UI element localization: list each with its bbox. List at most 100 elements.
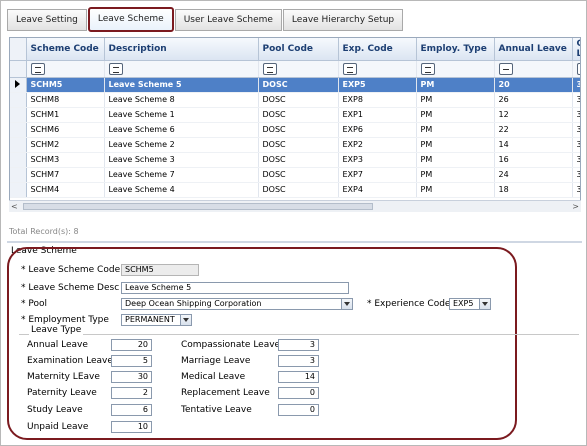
cell-code: SCHM7: [26, 167, 105, 183]
filter-icon[interactable]: [498, 62, 513, 75]
col-header-annual-leave[interactable]: Annual Leave: [494, 38, 573, 61]
leave-days-field[interactable]: 3: [278, 339, 319, 351]
leave-days-field[interactable]: 30: [111, 371, 152, 383]
leave-label: Annual Leave: [27, 340, 88, 350]
employment-type-select[interactable]: PERMANENT: [121, 314, 192, 326]
cell-pool: DOSC: [258, 137, 339, 153]
cell-code: SCHM2: [26, 137, 105, 153]
col-header-c[interactable]: C L: [572, 38, 580, 61]
cell-c: 3: [572, 92, 580, 108]
cell-c: 3: [572, 152, 580, 168]
cell-exp: EXP4: [338, 182, 417, 198]
col-header-employ-type[interactable]: Employ. Type: [416, 38, 495, 61]
cell-pool: DOSC: [258, 107, 339, 123]
cell-desc: Leave Scheme 2: [104, 137, 259, 153]
cell-exp: EXP6: [338, 122, 417, 138]
leave-days-field[interactable]: 0: [278, 404, 319, 416]
horizontal-scrollbar[interactable]: < >: [9, 200, 581, 212]
row-indicator: [10, 77, 27, 93]
scheme-desc-label: * Leave Scheme Desc: [21, 283, 120, 293]
tab-user-leave-scheme[interactable]: User Leave Scheme: [174, 9, 282, 31]
table-row[interactable]: SCHM3Leave Scheme 3DOSCEXP3PM163: [10, 152, 580, 168]
cell-c: 3: [572, 107, 580, 123]
filter-icon[interactable]: [262, 62, 277, 75]
leave-days-field[interactable]: 20: [111, 339, 152, 351]
pool-select[interactable]: Deep Ocean Shipping Corporation: [121, 298, 353, 310]
cell-code: SCHM3: [26, 152, 105, 168]
cell-type: PM: [416, 92, 495, 108]
cell-annual: 22: [494, 122, 573, 138]
cell-desc: Leave Scheme 1: [104, 107, 259, 123]
leave-days-field[interactable]: 10: [111, 421, 152, 433]
cell-exp: EXP7: [338, 167, 417, 183]
table-row[interactable]: SCHM2Leave Scheme 2DOSCEXP2PM143: [10, 137, 580, 153]
grid-corner: [10, 38, 27, 61]
leave-label: Replacement Leave: [181, 388, 270, 398]
pool-value: Deep Ocean Shipping Corporation: [125, 299, 262, 308]
leave-days-field[interactable]: 3: [278, 355, 319, 367]
leave-days-field[interactable]: 0: [278, 387, 319, 399]
row-indicator: [10, 182, 27, 198]
tab-leave-setting[interactable]: Leave Setting: [7, 9, 87, 31]
table-row[interactable]: SCHM6Leave Scheme 6DOSCEXP6PM223: [10, 122, 580, 138]
cell-type: PM: [416, 107, 495, 123]
tab-leave-scheme[interactable]: Leave Scheme: [87, 7, 174, 32]
cell-c: 3: [572, 77, 580, 93]
scheme-desc-field[interactable]: Leave Scheme 5: [121, 282, 349, 294]
leave-label: Tentative Leave: [181, 405, 252, 415]
cell-desc: Leave Scheme 6: [104, 122, 259, 138]
scroll-left-icon[interactable]: <: [11, 202, 18, 211]
chevron-down-icon[interactable]: [180, 315, 191, 325]
leave-days-field[interactable]: 5: [111, 355, 152, 367]
table-row[interactable]: SCHM1Leave Scheme 1DOSCEXP1PM123: [10, 107, 580, 123]
leave-label: Compassionate Leave: [181, 340, 281, 350]
scheme-grid: Scheme Code Description Pool Code Exp. C…: [9, 37, 581, 212]
cell-type: PM: [416, 77, 495, 93]
scheme-code-field[interactable]: SCHM5: [121, 264, 199, 276]
filter-icon[interactable]: [342, 62, 357, 75]
cell-annual: 26: [494, 92, 573, 108]
table-row[interactable]: SCHM5Leave Scheme 5DOSCEXP5PM203: [10, 77, 580, 93]
filter-icon[interactable]: [108, 62, 123, 75]
cell-exp: EXP5: [338, 77, 417, 93]
splitter[interactable]: [7, 241, 582, 243]
cell-code: SCHM1: [26, 107, 105, 123]
chevron-down-icon[interactable]: [341, 299, 352, 309]
filter-icon[interactable]: [420, 62, 435, 75]
table-row[interactable]: SCHM8Leave Scheme 8DOSCEXP8PM263: [10, 92, 580, 108]
leave-label: Marriage Leave: [181, 356, 251, 366]
tab-leave-hierarchy-setup[interactable]: Leave Hierarchy Setup: [282, 9, 404, 31]
cell-exp: EXP8: [338, 92, 417, 108]
filter-icon[interactable]: [30, 62, 45, 75]
scroll-right-icon[interactable]: >: [572, 202, 579, 211]
experience-code-label: * Experience Code: [367, 299, 451, 309]
table-row[interactable]: SCHM4Leave Scheme 4DOSCEXP4PM183: [10, 182, 580, 198]
leave-days-field[interactable]: 6: [111, 404, 152, 416]
cell-desc: Leave Scheme 7: [104, 167, 259, 183]
cell-code: SCHM8: [26, 92, 105, 108]
leave-type-title: Leave Type: [29, 325, 84, 335]
row-indicator: [10, 167, 27, 183]
cell-pool: DOSC: [258, 122, 339, 138]
chevron-down-icon[interactable]: [479, 299, 490, 309]
col-header-scheme-code[interactable]: Scheme Code: [26, 38, 105, 61]
cell-type: PM: [416, 152, 495, 168]
cell-pool: DOSC: [258, 92, 339, 108]
col-header-exp-code[interactable]: Exp. Code: [338, 38, 417, 61]
leave-days-field[interactable]: 2: [111, 387, 152, 399]
table-row[interactable]: SCHM7Leave Scheme 7DOSCEXP7PM243: [10, 167, 580, 183]
filter-icon[interactable]: [576, 62, 580, 75]
col-header-description[interactable]: Description: [104, 38, 259, 61]
col-header-pool-code[interactable]: Pool Code: [258, 38, 339, 61]
scroll-thumb[interactable]: [23, 203, 373, 210]
leave-label: Study Leave: [27, 405, 83, 415]
experience-code-select[interactable]: EXP5: [449, 298, 491, 310]
cell-exp: EXP1: [338, 107, 417, 123]
cell-code: SCHM4: [26, 182, 105, 198]
leave-label: Examination Leave: [27, 356, 113, 366]
cell-type: PM: [416, 122, 495, 138]
cell-exp: EXP2: [338, 137, 417, 153]
leave-days-field[interactable]: 14: [278, 371, 319, 383]
cell-desc: Leave Scheme 5: [104, 77, 259, 93]
experience-code-value: EXP5: [453, 299, 474, 308]
